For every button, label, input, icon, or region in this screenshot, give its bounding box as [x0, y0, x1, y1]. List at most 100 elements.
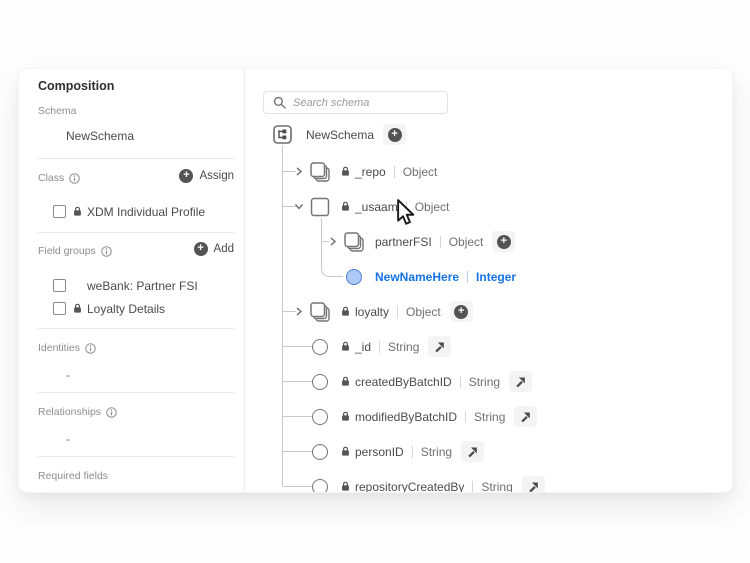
- section-divider: [38, 158, 234, 159]
- open-field-icon: [466, 445, 479, 458]
- field-circle-icon: [341, 269, 367, 285]
- field-name[interactable]: _usaam: [355, 200, 398, 214]
- open-field-button[interactable]: [461, 441, 484, 462]
- type-divider: [397, 306, 398, 318]
- field-name[interactable]: repositoryCreatedBy: [355, 480, 464, 494]
- open-field-button[interactable]: [514, 406, 537, 427]
- identities-label-text: Identities: [38, 342, 80, 354]
- section-divider: [38, 328, 234, 329]
- section-divider: [38, 232, 234, 233]
- add-label: Add: [214, 243, 234, 255]
- add-field-button[interactable]: [450, 301, 473, 322]
- plus-icon: [497, 235, 511, 249]
- checkbox[interactable]: [53, 205, 66, 218]
- field-name[interactable]: personID: [355, 445, 404, 459]
- list-item[interactable]: XDM Individual Profile: [53, 200, 244, 223]
- field-groups-label-text: Field groups: [38, 245, 96, 257]
- tree-row[interactable]: loyalty Object: [271, 294, 731, 329]
- field-circle-icon: [307, 409, 333, 425]
- tree-row[interactable]: repositoryCreatedBy String: [271, 469, 731, 493]
- tree-root-row[interactable]: NewSchema: [273, 124, 406, 145]
- tree-row[interactable]: _repo Object: [271, 154, 731, 189]
- schema-editor-screen: Composition Schema NewSchema Class Assig…: [0, 0, 750, 563]
- open-field-button[interactable]: [522, 476, 545, 493]
- field-name[interactable]: loyalty: [355, 305, 389, 319]
- item-label: XDM Individual Profile: [87, 205, 205, 219]
- schema-editor-card: Composition Schema NewSchema Class Assig…: [18, 68, 733, 493]
- tree-row[interactable]: NewNameHere Integer: [271, 259, 731, 294]
- checkbox[interactable]: [53, 302, 66, 315]
- info-icon[interactable]: [69, 173, 80, 184]
- plus-icon: [388, 128, 402, 142]
- info-icon[interactable]: [101, 246, 112, 257]
- plus-icon: [454, 305, 468, 319]
- field-type: String: [388, 340, 419, 354]
- field-name[interactable]: NewNameHere: [375, 270, 459, 284]
- tree-rows: _repo Object _usaam Object partnerFSI: [271, 154, 731, 493]
- chevron-icon[interactable]: [295, 307, 307, 316]
- field-circle-icon: [307, 444, 333, 460]
- search-input[interactable]: [293, 97, 423, 109]
- field-type: Object: [406, 305, 441, 319]
- chevron-icon[interactable]: [295, 202, 307, 211]
- lock-icon: [73, 206, 82, 217]
- field-type: Integer: [476, 270, 516, 284]
- assign-class-button[interactable]: Assign: [179, 169, 234, 183]
- add-field-button[interactable]: [492, 231, 515, 252]
- tree-row[interactable]: _usaam Object: [271, 189, 731, 224]
- field-groups-section-label: Field groups: [38, 245, 112, 257]
- object-stack-icon: [307, 160, 333, 184]
- panel-divider: [244, 69, 245, 492]
- schema-search[interactable]: [263, 91, 448, 114]
- identities-value: -: [66, 368, 70, 382]
- info-icon[interactable]: [85, 343, 96, 354]
- open-field-icon: [433, 340, 446, 353]
- lock-icon: [341, 166, 350, 177]
- chevron-icon[interactable]: [295, 167, 307, 176]
- tree-row[interactable]: _id String: [271, 329, 731, 364]
- type-divider: [472, 481, 473, 493]
- lock-icon: [341, 411, 350, 422]
- field-name[interactable]: partnerFSI: [375, 235, 432, 249]
- object-icon: [307, 196, 333, 218]
- lock-icon: [341, 201, 350, 212]
- open-field-icon: [514, 375, 527, 388]
- object-stack-icon: [341, 230, 367, 254]
- chevron-icon[interactable]: [329, 237, 341, 246]
- add-field-button[interactable]: [383, 124, 406, 145]
- tree-row[interactable]: createdByBatchID String: [271, 364, 731, 399]
- field-type: String: [474, 410, 505, 424]
- open-field-icon: [519, 410, 532, 423]
- list-item[interactable]: weBank: Partner FSI: [53, 274, 244, 297]
- field-type: String: [469, 375, 500, 389]
- field-name[interactable]: createdByBatchID: [355, 375, 452, 389]
- open-field-button[interactable]: [509, 371, 532, 392]
- open-field-icon: [527, 480, 540, 493]
- tree-row[interactable]: modifiedByBatchID String: [271, 399, 731, 434]
- assign-label: Assign: [199, 170, 234, 182]
- class-section-label: Class: [38, 172, 80, 184]
- field-type: String: [481, 480, 512, 494]
- add-field-group-button[interactable]: Add: [194, 242, 234, 256]
- field-groups-list: weBank: Partner FSI Loyalty Details: [53, 274, 244, 320]
- tree-row[interactable]: personID String: [271, 434, 731, 469]
- field-circle-icon: [307, 479, 333, 494]
- type-divider: [467, 271, 468, 283]
- type-divider: [379, 341, 380, 353]
- class-label-text: Class: [38, 172, 64, 184]
- field-name[interactable]: _repo: [355, 165, 386, 179]
- open-field-button[interactable]: [428, 336, 451, 357]
- checkbox[interactable]: [53, 279, 66, 292]
- field-circle-icon: [307, 374, 333, 390]
- field-type: Object: [449, 235, 484, 249]
- lock-icon: [341, 376, 350, 387]
- list-item[interactable]: Loyalty Details: [53, 297, 244, 320]
- field-name[interactable]: modifiedByBatchID: [355, 410, 457, 424]
- type-divider: [465, 411, 466, 423]
- field-name[interactable]: _id: [355, 340, 371, 354]
- relationships-label-text: Relationships: [38, 406, 101, 418]
- info-icon[interactable]: [106, 407, 117, 418]
- plus-icon: [179, 169, 193, 183]
- tree-row[interactable]: partnerFSI Object: [271, 224, 731, 259]
- schema-tree: NewSchema _repo Object: [271, 121, 731, 493]
